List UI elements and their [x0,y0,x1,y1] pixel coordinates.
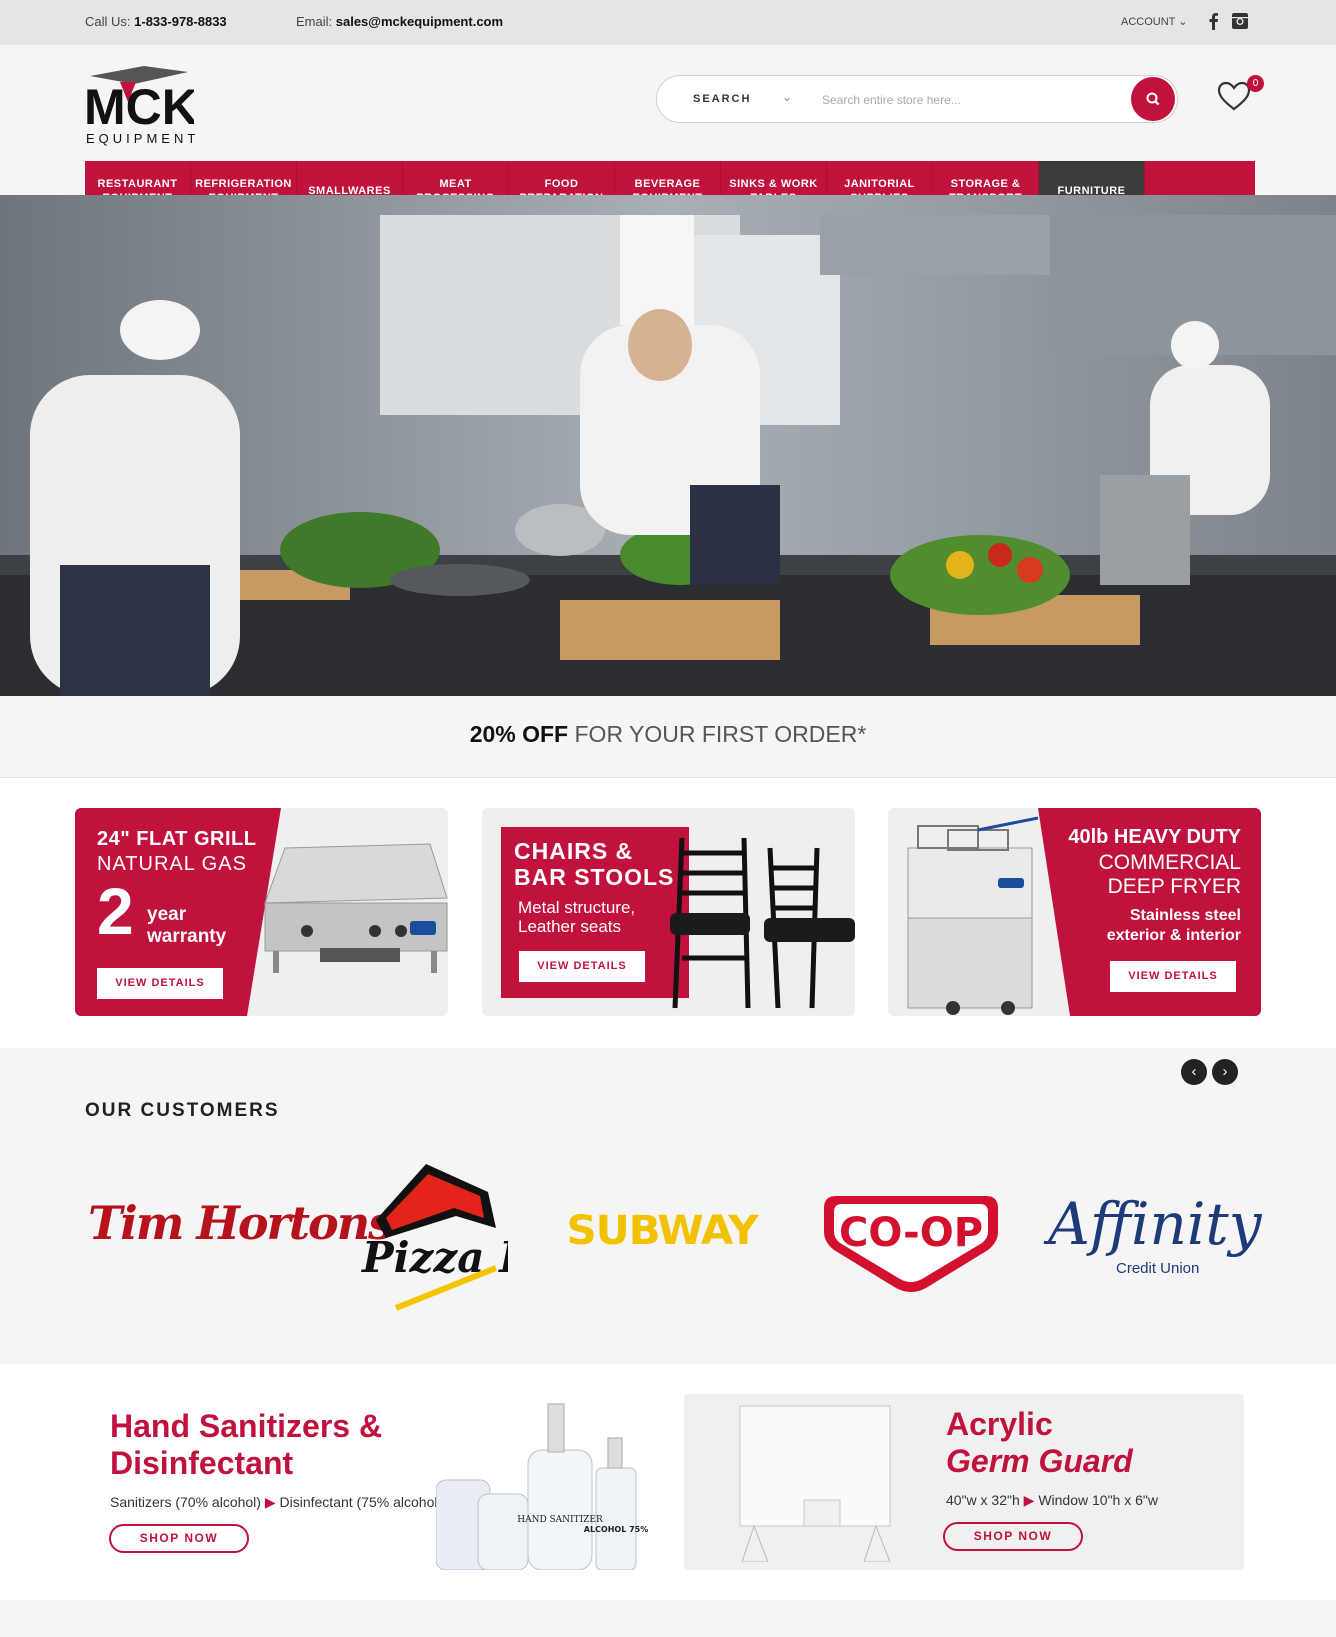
sanitizer-title-2: Disinfectant [110,1445,294,1481]
sanitizer-title: Hand Sanitizers & [110,1408,383,1444]
coop-logo: CO-OP [824,1196,998,1292]
fryer-desc-2: exterior & interior [1106,927,1241,944]
search-category-select[interactable]: SEARCH [693,93,751,105]
germ-guard-banner[interactable]: Acrylic Germ Guard 40"w x 32"h ▶ Window … [684,1394,1244,1570]
fryer-card[interactable]: 40lb HEAVY DUTY COMMERCIAL DEEP FRYER St… [888,808,1261,1016]
promo-banner[interactable]: 20% OFF FOR YOUR FIRST ORDER* [0,696,1336,778]
wishlist-count-badge: 0 [1247,75,1264,92]
phone-number[interactable]: 1-833-978-8833 [134,14,227,29]
kitchen-photo [0,195,1336,696]
grill-title: 24" FLAT GRILL [97,828,257,850]
grill-subtitle: NATURAL GAS [97,853,247,875]
logo-text: MCK [84,79,194,135]
fryer-view-details-button[interactable]: VIEW DETAILS [1110,961,1236,992]
bottom-banners: Hand Sanitizers & Disinfectant Sanitizer… [0,1364,1336,1600]
germ-guard-title: Acrylic [946,1406,1053,1442]
search-bar: SEARCH ⌄ [656,75,1178,123]
germ-guard-shop-now-button[interactable]: SHOP NOW [943,1522,1083,1551]
phone-contact: Call Us: 1-833-978-8833 [85,14,227,29]
search-input[interactable] [822,88,1112,112]
footer-strip [0,1600,1336,1637]
germ-guard-title-2: Germ Guard [946,1443,1133,1479]
bottle-label-sanitizer: HAND SANITIZER [517,1515,603,1525]
email-label: Email: [296,14,333,29]
account-menu[interactable]: ACCOUNT ⌄ [1121,15,1187,28]
play-arrow-icon: ▶ [264,1494,280,1510]
chairs-title-2: BAR STOOLS [514,864,675,890]
sanitizer-bottles-image: HAND SANITIZER ALCOHOL 75% [436,1403,649,1570]
email-contact: Email: sales@mckequipment.com [296,14,503,29]
hero-banner[interactable] [0,195,1336,696]
promo-discount: 20% OFF [469,721,569,747]
chairs-desc-1: Metal structure, [518,898,636,917]
sanitizer-detail: Sanitizers (70% alcohol) ▶ Disinfectant … [110,1494,442,1511]
affinity-logo: Affinity [1048,1190,1262,1258]
chevron-down-icon[interactable]: ⌄ [782,90,792,104]
facebook-icon[interactable] [1205,12,1223,30]
germ-guard-detail: 40"w x 32"h ▶ Window 10"h x 6"w [946,1492,1158,1509]
top-bar: Call Us: 1-833-978-8833 Email: sales@mck… [0,0,1336,45]
chairs-title: CHAIRS & [514,838,634,864]
sanitizer-banner[interactable]: Hand Sanitizers & Disinfectant Sanitizer… [90,1394,650,1570]
warranty-number: 2 [97,874,134,948]
search-icon [1146,92,1160,106]
germ-guard-spec-2: Window 10"h x 6"w [1038,1492,1158,1508]
sanitizer-spec-1: Sanitizers (70% alcohol) [110,1494,261,1510]
tim-hortons-logo: Tim Hortons [88,1196,394,1250]
pizza-hut-logo: Pizza Hut [361,1164,508,1311]
instagram-icon[interactable] [1231,12,1249,30]
warranty-label: warranty [147,926,227,947]
carousel-next-button[interactable]: › [1212,1059,1238,1085]
play-arrow-icon: ▶ [1023,1492,1039,1508]
bottle-label-alcohol: ALCOHOL 75% [584,1525,649,1534]
logo-subtitle: EQUIPMENT [86,131,200,146]
sanitizer-spec-2: Disinfectant (75% alcohol) [279,1494,443,1510]
fryer-title: 40lb HEAVY DUTY [1068,826,1241,848]
fryer-subtitle-2: DEEP FRYER [1107,875,1241,898]
fryer-desc-1: Stainless steel [1129,907,1241,924]
germ-guard-spec-1: 40"w x 32"h [946,1492,1020,1508]
customers-title: OUR CUSTOMERS [85,1100,280,1121]
affinity-subtitle: Credit Union [1116,1260,1200,1277]
phone-label: Call Us: [85,14,131,29]
featured-products: 24" FLAT GRILL NATURAL GAS 2 year warran… [0,778,1336,1048]
chairs-desc-2: Leather seats [518,917,622,936]
fryer-subtitle: COMMERCIAL [1098,851,1241,874]
chairs-view-details-button[interactable]: VIEW DETAILS [519,951,645,982]
email-address[interactable]: sales@mckequipment.com [336,14,503,29]
coop-text: CO-OP [839,1210,983,1256]
grill-card[interactable]: 24" FLAT GRILL NATURAL GAS 2 year warran… [75,808,448,1016]
search-button[interactable] [1131,77,1175,121]
chairs-card[interactable]: CHAIRS & BAR STOOLS Metal structure, Lea… [482,808,855,1016]
warranty-year: year [147,904,187,925]
customers-section: ‹ › OUR CUSTOMERS Tim Hortons Pizza Hut … [0,1048,1336,1364]
promo-text: FOR YOUR FIRST ORDER* [568,721,867,747]
acrylic-shield-image [739,1405,891,1562]
grill-view-details-button[interactable]: VIEW DETAILS [97,968,223,999]
subway-logo: SUBWAY [566,1208,758,1254]
carousel-prev-button[interactable]: ‹ [1181,1059,1207,1085]
sanitizer-shop-now-button[interactable]: SHOP NOW [109,1524,249,1553]
